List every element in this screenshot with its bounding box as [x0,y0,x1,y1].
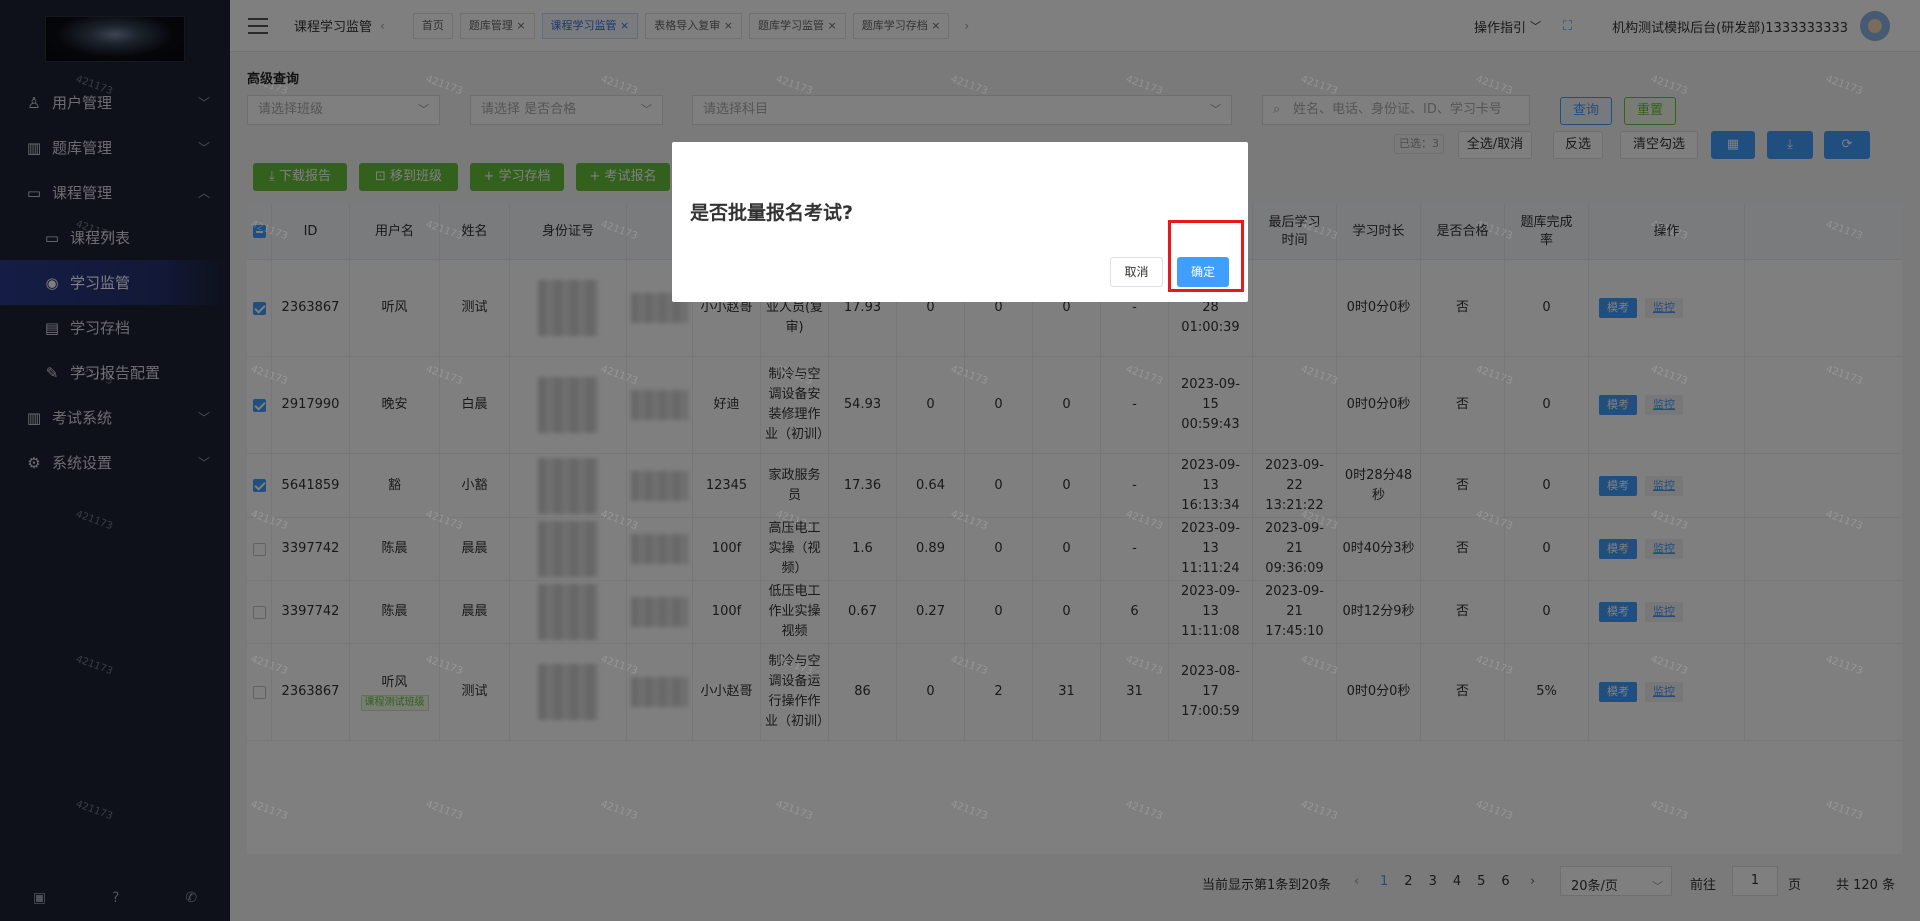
cancel-button[interactable]: 取消 [1110,257,1163,287]
confirm-dialog: 是否批量报名考试? 取消 确定 [672,142,1248,302]
app-root: ♙用户管理﹀▥题库管理﹀▭课程管理︿▭课程列表◉学习监管▤学习存档✎学习报告配置… [0,0,1920,921]
modal-overlay[interactable] [0,0,1920,921]
dialog-title: 是否批量报名考试? [690,202,854,224]
highlight-box [1168,220,1244,292]
